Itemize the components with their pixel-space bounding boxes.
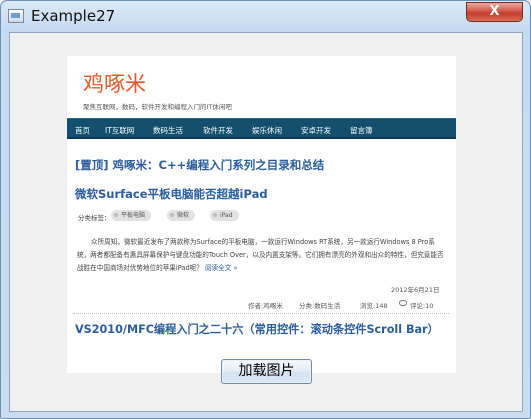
tag-tablet: 平板电脑: [111, 210, 152, 221]
picture-control: 鸡啄米 聚焦互联网，数码，软件开发和编程入门的IT休闲吧 首页 IT互联网 数码…: [67, 56, 456, 373]
nav-item-guestbook: 留言簿: [350, 126, 373, 135]
tag-microsoft: 微软: [167, 210, 196, 221]
post-excerpt-text: 众所周知，微软最近发布了两款称为Surface的平板电脑，一款运行Windows…: [77, 238, 444, 272]
title-bar[interactable]: Example27 X: [1, 1, 530, 33]
app-window: Example27 X 鸡啄米 聚焦互联网，数码，软件开发和编程入门的IT休闲吧…: [0, 0, 531, 419]
read-more-link: 阅读全文 »: [204, 264, 238, 272]
nav-item-home: 首页: [75, 126, 90, 135]
next-post-title: VS2010/MFC编程入门之二十六（常用控件：滚动条控件Scroll Bar）: [75, 323, 439, 336]
post-divider: [73, 313, 449, 314]
window-app-icon: [8, 9, 24, 23]
post-category: 分类:数码生活: [299, 302, 341, 310]
nav-item-it-internet: IT互联网: [105, 126, 135, 135]
nav-item-software-dev: 软件开发: [203, 126, 233, 135]
post-title: 微软Surface平板电脑能否超越iPad: [75, 187, 268, 201]
pinned-post-title: [置顶] 鸡啄米：C++编程入门系列之目录和总结: [75, 158, 325, 172]
window-title: Example27: [31, 7, 116, 25]
close-button[interactable]: X: [466, 2, 523, 22]
post-views: 浏览:148: [360, 302, 388, 310]
blog-title: 鸡啄米: [83, 72, 146, 96]
comment-icon: [399, 300, 407, 306]
blog-nav-bar: 首页 IT互联网 数码生活 软件开发 娱乐休闲 安卓开发 留言簿: [67, 118, 456, 139]
tag-ipad: iPad: [210, 210, 239, 221]
post-comments: 评论:10: [410, 302, 434, 310]
nav-item-digital-life: 数码生活: [153, 126, 183, 135]
post-author: 作者:鸡啄米: [248, 302, 283, 310]
post-date: 2012年6月21日: [391, 286, 440, 294]
nav-item-android-dev: 安卓开发: [301, 126, 331, 135]
nav-item-leisure: 娱乐休闲: [252, 126, 282, 135]
post-excerpt: 众所周知，微软最近发布了两款称为Surface的平板电脑，一款运行Windows…: [77, 236, 445, 275]
category-tags-label: 分类标签：: [78, 214, 111, 222]
blog-subtitle: 聚焦互联网，数码，软件开发和编程入门的IT休闲吧: [83, 103, 232, 111]
load-image-button[interactable]: 加载图片: [221, 359, 312, 384]
client-area: 鸡啄米 聚焦互联网，数码，软件开发和编程入门的IT休闲吧 首页 IT互联网 数码…: [9, 32, 523, 412]
